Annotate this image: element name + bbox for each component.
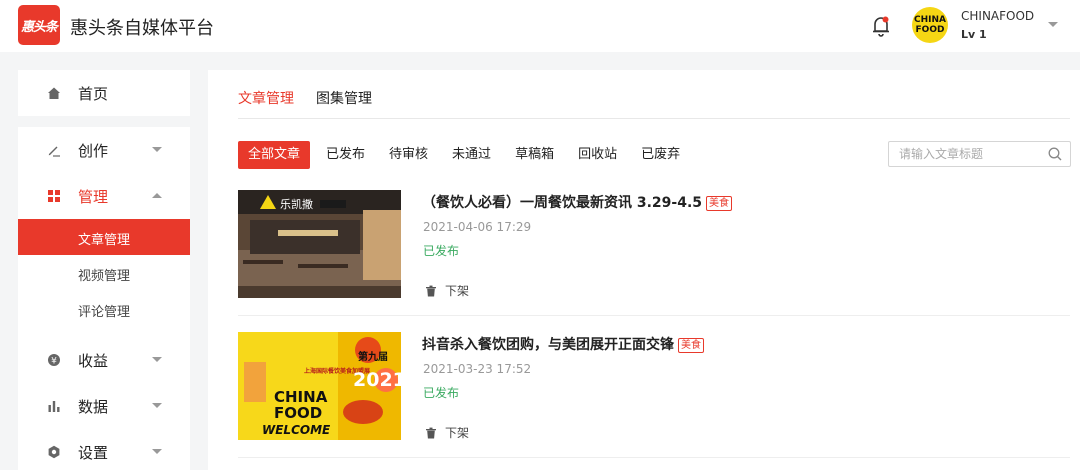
article-search-input[interactable]: [899, 142, 1049, 166]
article-title[interactable]: 抖音杀入餐饮团购，与美团展开正面交锋 美食: [422, 334, 704, 354]
thumbnail-sign-text: 乐凯撒: [280, 197, 313, 211]
sidebar-item-data[interactable]: 数据: [18, 383, 190, 429]
chevron-up-icon: [152, 193, 162, 198]
filter-discarded[interactable]: 已废弃: [633, 141, 688, 169]
notification-bell-icon[interactable]: [870, 14, 892, 38]
sidebar-item-create[interactable]: 创作: [18, 127, 190, 173]
sidebar-subitem-video-management[interactable]: 视频管理: [18, 255, 190, 291]
sidebar-item-label: 收益: [78, 352, 109, 370]
sidebar-item-label: 创作: [78, 142, 109, 160]
sidebar-home-card: 首页: [18, 70, 190, 116]
sidebar-subitem-article-management[interactable]: 文章管理: [18, 219, 190, 255]
sidebar-item-income[interactable]: ¥ 收益: [18, 337, 190, 383]
article-row: 第九届 上海国际餐饮美食加盟展 2021 CHINA FOOD WELCOME …: [238, 332, 1070, 458]
filter-published[interactable]: 已发布: [318, 141, 373, 169]
svg-text:¥: ¥: [51, 357, 57, 367]
search-icon[interactable]: [1048, 147, 1062, 161]
content-tabs: 文章管理 图集管理: [238, 88, 394, 118]
user-level: Lv 1: [961, 28, 987, 41]
trash-icon: [426, 427, 436, 438]
chevron-down-icon: [152, 449, 162, 454]
thumbnail-text-welcome: WELCOME: [262, 423, 331, 437]
sidebar-item-label: 数据: [78, 398, 109, 416]
unpublish-label: 下架: [445, 426, 470, 440]
unpublish-button[interactable]: 下架: [425, 424, 469, 441]
unpublish-button[interactable]: 下架: [425, 282, 469, 299]
brand-title: 惠头条自媒体平台: [70, 18, 214, 39]
user-avatar[interactable]: CHINA FOOD: [912, 7, 948, 43]
sidebar-item-label: 管理: [78, 188, 109, 206]
article-title[interactable]: （餐饮人必看）一周餐饮最新资讯 3.29-4.5 美食: [422, 192, 733, 212]
sidebar-subitem-comment-management[interactable]: 评论管理: [18, 291, 190, 327]
tabs-divider: [238, 118, 1070, 119]
category-tag: 美食: [706, 196, 733, 211]
tab-gallery-management[interactable]: 图集管理: [316, 88, 372, 118]
trash-icon: [426, 285, 436, 296]
unpublish-label: 下架: [445, 284, 470, 298]
chevron-down-icon: [152, 403, 162, 408]
app-logo[interactable]: 惠头条: [18, 5, 60, 45]
row-divider: [238, 457, 1070, 458]
article-date: 2021-03-23 17:52: [423, 362, 532, 376]
article-row: 乐凯撒 （餐饮人必看）一周餐饮最新资讯 3.29-4.5 美食 2021-04-0…: [238, 190, 1070, 316]
status-filters: 全部文章 已发布 待审核 未通过 草稿箱 回收站 已废弃: [238, 141, 696, 169]
filter-pending-review[interactable]: 待审核: [381, 141, 436, 169]
user-menu-chevron-down-icon[interactable]: [1048, 22, 1058, 27]
sidebar-item-home[interactable]: 首页: [18, 70, 190, 116]
category-tag: 美食: [678, 338, 704, 353]
article-status: 已发布: [423, 386, 460, 400]
thumbnail-text-food: FOOD: [274, 404, 322, 422]
main-content: 文章管理 图集管理 全部文章 已发布 待审核 未通过 草稿箱 回收站 已废弃 请…: [208, 70, 1080, 470]
thumbnail-text-edition: 第九届: [358, 350, 388, 363]
tab-article-management[interactable]: 文章管理: [238, 88, 294, 118]
top-header: 惠头条 惠头条自媒体平台 CHINA FOOD CHINAFOOD Lv 1: [0, 0, 1080, 52]
sidebar-item-manage[interactable]: 管理: [18, 173, 190, 219]
avatar-text-bottom: FOOD: [915, 25, 945, 35]
grid-icon: [48, 190, 60, 202]
sidebar-subitem-label: 文章管理: [78, 233, 131, 248]
article-thumbnail[interactable]: 第九届 上海国际餐饮美食加盟展 2021 CHINA FOOD WELCOME: [238, 332, 401, 440]
article-title-text[interactable]: 抖音杀入餐饮团购，与美团展开正面交锋: [422, 337, 674, 353]
chevron-down-icon: [152, 357, 162, 362]
gear-icon: [48, 445, 60, 459]
sidebar-subitem-label: 评论管理: [78, 305, 131, 320]
article-date: 2021-04-06 17:29: [423, 220, 532, 234]
filter-all-articles[interactable]: 全部文章: [238, 141, 311, 169]
article-status: 已发布: [423, 244, 460, 258]
thumbnail-text-year: 2021: [353, 369, 401, 391]
sidebar-item-label: 首页: [78, 85, 109, 103]
avatar-text-top: CHINA: [914, 15, 946, 25]
article-thumbnail[interactable]: 乐凯撒: [238, 190, 401, 298]
coin-icon: ¥: [48, 354, 60, 367]
user-name[interactable]: CHINAFOOD: [961, 9, 1034, 23]
chevron-down-icon: [152, 147, 162, 152]
article-search-box: [888, 141, 1071, 167]
filter-rejected[interactable]: 未通过: [444, 141, 499, 169]
article-title-text[interactable]: （餐饮人必看）一周餐饮最新资讯 3.29-4.5: [422, 195, 702, 211]
home-icon: [48, 87, 60, 99]
filter-drafts[interactable]: 草稿箱: [507, 141, 562, 169]
sidebar-menu-card: 创作 管理 文章管理 视频管理 评论管理 ¥ 收益 数据 设置: [18, 127, 190, 470]
bar-chart-icon: [48, 401, 60, 412]
row-divider: [238, 315, 1070, 316]
pencil-icon: [48, 146, 60, 157]
sidebar-subitem-label: 视频管理: [78, 269, 131, 284]
filter-recycle-bin[interactable]: 回收站: [570, 141, 625, 169]
sidebar-item-settings[interactable]: 设置: [18, 429, 190, 470]
sidebar-item-label: 设置: [78, 444, 109, 462]
